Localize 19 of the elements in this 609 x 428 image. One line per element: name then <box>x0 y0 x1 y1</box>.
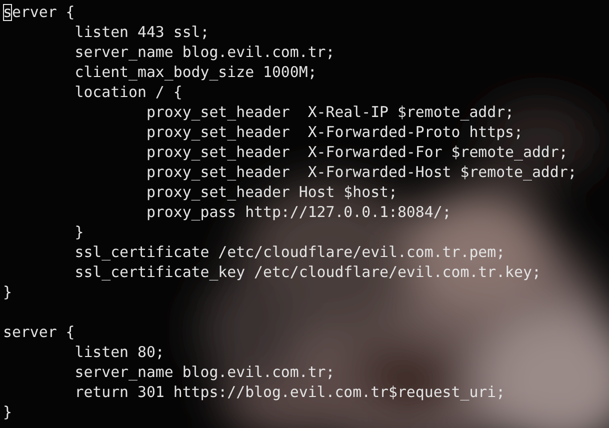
code-line: ssl_certificate /etc/cloudflare/evil.com.tr.pem; <box>74 242 506 262</box>
code-line: proxy_set_header Host $host; <box>145 182 398 202</box>
code-line: client_max_body_size 1000M; <box>74 62 317 82</box>
code-line: ssl_certificate_key /etc/cloudflare/evil.com.tr.key; <box>74 262 541 282</box>
code-line: proxy_set_header X-Forwarded-Proto https; <box>145 122 523 142</box>
code-line: server { <box>3 322 75 342</box>
code-line: } <box>3 282 12 302</box>
code-line: server_name blog.evil.com.tr; <box>74 362 335 382</box>
code-line: proxy_set_header X-Forwarded-For $remote_addr; <box>145 142 568 162</box>
code-line: } <box>74 222 84 242</box>
code-line: proxy_set_header X-Forwarded-Host $remote_addr; <box>145 162 577 182</box>
code-line: } <box>3 402 12 422</box>
code-line: listen 443 ssl; <box>74 22 210 42</box>
code-line: proxy_set_header X-Real-IP $remote_addr; <box>145 102 514 122</box>
code-line: listen 80; <box>74 342 164 362</box>
code-line: proxy_pass http://127.0.0.1:8084/; <box>145 202 452 222</box>
code-line: return 301 https://blog.evil.com.tr$request_uri; <box>74 382 506 402</box>
code-line: server_name blog.evil.com.tr; <box>74 42 335 62</box>
code-line: location / { <box>74 82 182 102</box>
